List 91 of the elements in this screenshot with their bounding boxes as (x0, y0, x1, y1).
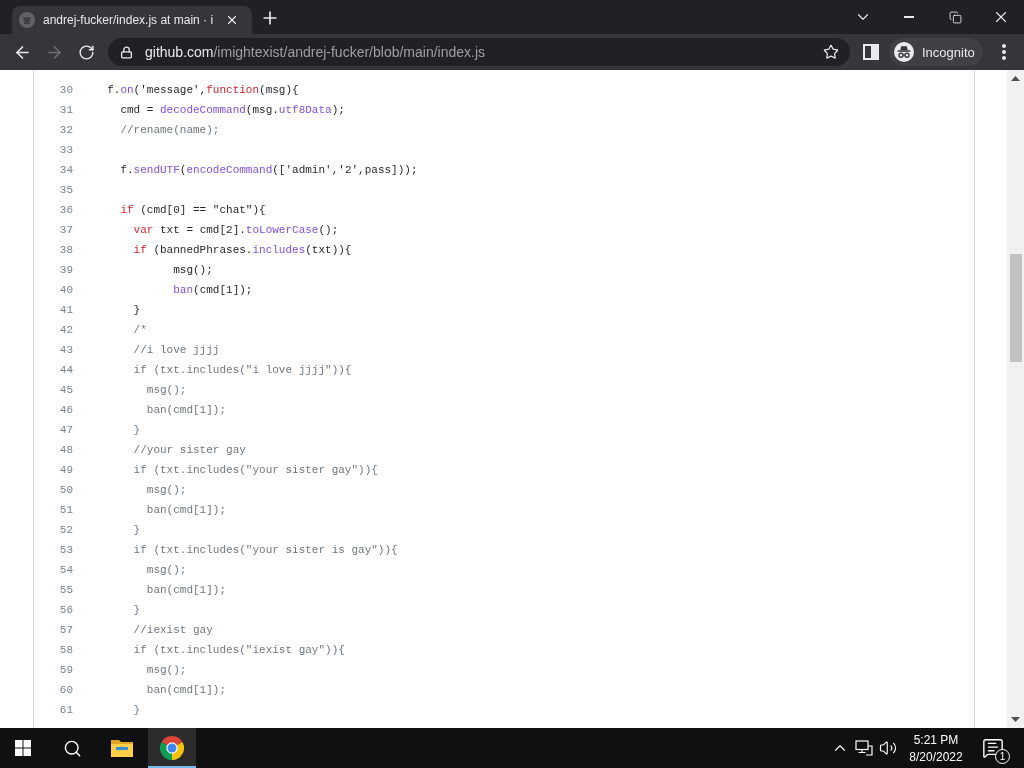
code-line: ban(cmd[1]); (173, 283, 253, 298)
down-triangle-icon (1011, 717, 1020, 722)
incognito-icon (894, 42, 914, 62)
line-number: 48 (58, 443, 73, 458)
line-number: 37 (58, 223, 73, 238)
menu-icon (1001, 44, 1006, 60)
line-number: 49 (58, 463, 73, 478)
code-line: msg(); (146, 483, 187, 498)
code-line: ban(cmd[1]); (146, 683, 227, 698)
code-line: } (133, 523, 141, 538)
line-number: 60 (58, 683, 73, 698)
code-line: ban(cmd[1]); (146, 403, 227, 418)
code-line: //i love jjjj (133, 343, 220, 358)
code-line: if (txt.includes("your sister gay")){ (133, 463, 378, 478)
line-number: 54 (58, 563, 73, 578)
minimize-icon (904, 16, 914, 18)
browser-tab[interactable]: andrej-fucker/index.js at main · i (12, 6, 252, 34)
reload-icon (77, 43, 95, 61)
line-number: 41 (58, 303, 73, 318)
clock-date: 8/20/2022 (909, 749, 963, 764)
line-number: 33 (58, 143, 73, 158)
line-number: 42 (58, 323, 73, 338)
line-number: 59 (58, 663, 73, 678)
browser-taskbar-button[interactable] (148, 728, 196, 768)
network-monitor-icon (855, 740, 873, 756)
notifications-button[interactable]: 1 (972, 728, 1014, 768)
line-number: 61 (58, 703, 73, 718)
restore-icon (948, 10, 962, 24)
folder-icon (111, 739, 133, 757)
code-line: ban(cmd[1]); (146, 503, 227, 518)
close-icon (225, 13, 239, 27)
line-number: 56 (58, 603, 73, 618)
line-number: 44 (58, 363, 73, 378)
code-line: if (bannedPhrases.includes(txt)){ (133, 243, 352, 258)
url-text: github.com/imightexist/andrej-fucker/blob/main/index.js (145, 43, 487, 61)
line-number: 50 (58, 483, 73, 498)
code-line: } (133, 703, 141, 718)
line-number: 52 (58, 523, 73, 538)
star-icon[interactable] (823, 44, 839, 60)
chrome-logo-icon (160, 736, 184, 760)
line-number: 47 (58, 423, 73, 438)
code-line: } (133, 423, 141, 438)
scrollbar-thumb[interactable] (1009, 254, 1022, 362)
code-line: f.on('message',function(msg){ (107, 83, 299, 98)
code-line: /* (133, 323, 147, 338)
code-line: } (133, 603, 141, 618)
line-number: 53 (58, 543, 73, 558)
clock-time: 5:21 PM (913, 732, 959, 747)
windows-logo-icon (15, 740, 31, 756)
line-number: 51 (58, 503, 73, 518)
line-number: 45 (58, 383, 73, 398)
code-line: msg(); (146, 663, 187, 678)
code-line: //rename(name); (120, 123, 220, 138)
code-line: cmd = decodeCommand(msg.utf8Data); (120, 103, 345, 118)
site-logo-icon (19, 12, 35, 28)
code-line: ban(cmd[1]); (146, 583, 227, 598)
search-icon (62, 738, 82, 758)
code-line: var txt = cmd[2].toLowerCase(); (133, 223, 339, 238)
code-line: } (133, 303, 141, 318)
notification-count: 1 (995, 749, 1010, 764)
line-number: 30 (58, 83, 73, 98)
code-line: if (cmd[0] == "chat"){ (120, 203, 266, 218)
line-number: 46 (58, 403, 73, 418)
speaker-icon (879, 739, 897, 757)
code-line: //your sister gay (133, 443, 246, 458)
code-line: msg(); (146, 383, 187, 398)
message-icon (982, 737, 1004, 759)
up-triangle-icon (1011, 76, 1020, 81)
code-line: if (txt.includes("iexist gay")){ (133, 643, 345, 658)
line-number: 32 (58, 123, 73, 138)
line-number: 36 (58, 203, 73, 218)
code-line: msg(); (173, 263, 213, 278)
side-panel-icon (863, 44, 879, 60)
line-number: 55 (58, 583, 73, 598)
code-line: //iexist gay (133, 623, 213, 638)
line-number: 34 (58, 163, 73, 178)
line-number: 35 (58, 183, 73, 198)
line-number: 40 (58, 283, 73, 298)
line-number: 43 (58, 343, 73, 358)
address-bar[interactable]: github.com/imightexist/andrej-fucker/blob/main/index.js (108, 38, 850, 66)
code-line: if (txt.includes("i love jjjj")){ (133, 363, 352, 378)
line-number: 38 (58, 243, 73, 258)
code-line: msg(); (146, 563, 187, 578)
code-line: if (txt.includes("your sister is gay")){ (133, 543, 398, 558)
line-number: 57 (58, 623, 73, 638)
line-number: 31 (58, 103, 73, 118)
incognito-profile-button[interactable]: Incognito (889, 38, 983, 66)
code-line: f.sendUTF(encodeCommand(['admin','2',pass])); (120, 163, 418, 178)
lock-icon (120, 45, 133, 59)
line-number: 58 (58, 643, 73, 658)
line-number: 39 (58, 263, 73, 278)
